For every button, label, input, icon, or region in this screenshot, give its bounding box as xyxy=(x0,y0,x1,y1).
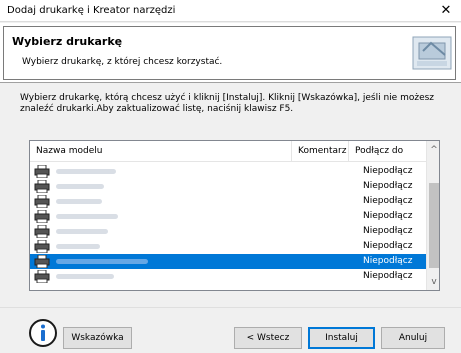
printer-rows: Niepodłącz Niepodłącz Niepodłącz Niepodł… xyxy=(30,164,426,284)
printer-row[interactable]: Niepodłącz xyxy=(30,224,426,239)
model-name-redacted xyxy=(56,259,148,264)
model-name-redacted xyxy=(56,274,114,279)
model-name-redacted xyxy=(56,184,104,189)
port-value: Niepodłącz xyxy=(363,226,413,236)
printer-icon xyxy=(34,195,50,208)
printer-row[interactable]: Niepodłącz xyxy=(30,164,426,179)
printer-row[interactable]: Niepodłącz xyxy=(30,194,426,209)
list-header: Nazwa modelu Komentarz Podłącz do xyxy=(30,141,426,162)
printer-row[interactable]: Niepodłącz xyxy=(30,179,426,194)
printer-icon xyxy=(34,270,50,283)
port-value: Niepodłącz xyxy=(363,181,413,191)
printer-row-selected[interactable]: Niepodłącz xyxy=(30,254,426,269)
model-name-redacted xyxy=(56,214,118,219)
page-heading: Wybierz drukarkę xyxy=(12,35,123,48)
printer-icon xyxy=(34,255,50,268)
port-value: Niepodłącz xyxy=(363,241,413,251)
port-value: Niepodłącz xyxy=(363,166,413,176)
model-name-redacted xyxy=(56,169,116,174)
hint-button[interactable]: Wskazówka xyxy=(63,327,132,349)
printer-row[interactable]: Niepodłącz xyxy=(30,269,426,284)
printer-icon xyxy=(34,165,50,178)
printer-list[interactable]: Nazwa modelu Komentarz Podłącz do Niepod… xyxy=(29,140,440,291)
wizard-header: Wybierz drukarkę Wybierz drukarkę, z któ… xyxy=(0,23,461,83)
title-bar: Dodaj drukarkę i Kreator narzędzi ✕ xyxy=(0,0,461,22)
column-header-model[interactable]: Nazwa modelu xyxy=(30,141,292,162)
port-value: Niepodłącz xyxy=(363,256,413,266)
scroll-up-button[interactable]: ^ xyxy=(427,143,439,157)
printer-icon xyxy=(34,180,50,193)
printer-icon xyxy=(34,225,50,238)
port-value: Niepodłącz xyxy=(363,196,413,206)
scroll-thumb[interactable] xyxy=(429,183,439,268)
column-header-comment[interactable]: Komentarz xyxy=(292,141,349,162)
column-header-connect[interactable]: Podłącz do xyxy=(349,141,426,162)
back-button[interactable]: < Wstecz xyxy=(234,327,302,349)
printer-icon xyxy=(34,240,50,253)
info-icon[interactable] xyxy=(28,318,58,348)
scroll-down-button[interactable]: v xyxy=(427,275,439,289)
cancel-button[interactable]: Anuluj xyxy=(381,327,445,349)
instruction-text: Wybierz drukarkę, którą chcesz użyć i kl… xyxy=(20,93,435,114)
printer-icon xyxy=(34,210,50,223)
vertical-scrollbar[interactable]: ^ v xyxy=(426,141,439,290)
window-title: Dodaj drukarkę i Kreator narzędzi xyxy=(7,5,176,16)
model-name-redacted xyxy=(56,244,100,249)
port-value: Niepodłącz xyxy=(363,271,413,281)
model-name-redacted xyxy=(56,199,102,204)
printer-wizard-icon xyxy=(412,36,452,70)
printer-row[interactable]: Niepodłącz xyxy=(30,209,426,224)
close-button[interactable]: ✕ xyxy=(431,0,461,22)
install-button[interactable]: Instaluj xyxy=(308,327,375,349)
footer-divider xyxy=(0,307,461,308)
page-subheading: Wybierz drukarkę, z której chcesz korzys… xyxy=(22,57,223,67)
printer-row[interactable]: Niepodłącz xyxy=(30,239,426,254)
port-value: Niepodłącz xyxy=(363,211,413,221)
model-name-redacted xyxy=(56,229,108,234)
